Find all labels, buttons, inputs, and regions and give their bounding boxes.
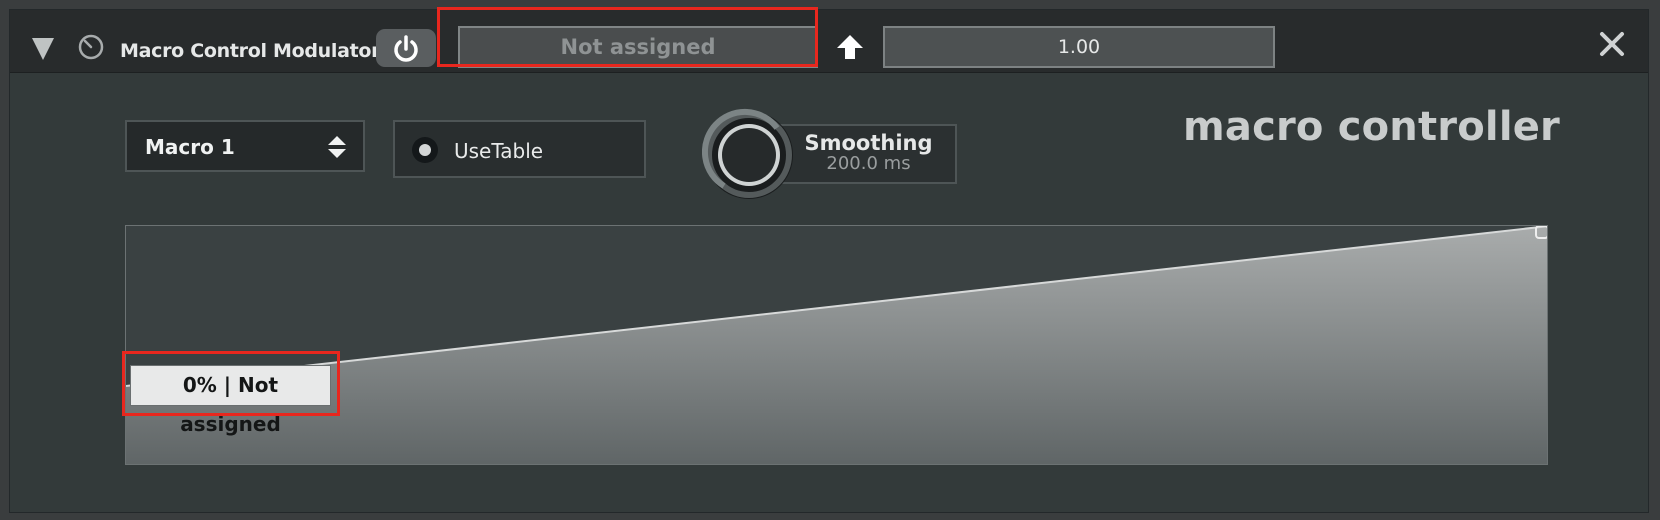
radio-icon bbox=[412, 137, 438, 163]
close-icon[interactable] bbox=[1598, 30, 1626, 58]
updown-arrow-icon bbox=[328, 136, 346, 158]
macro-select-dropdown[interactable]: Macro 1 bbox=[125, 120, 365, 172]
macro-select-label: Macro 1 bbox=[145, 135, 235, 159]
macro-controller-title: macro controller bbox=[1183, 104, 1560, 150]
module-title: Macro Control Modulator1 bbox=[120, 40, 394, 62]
module-header: Macro Control Modulator1 Not assigned 1.… bbox=[10, 10, 1648, 73]
power-button[interactable] bbox=[376, 29, 436, 67]
intensity-slider[interactable]: 1.00 bbox=[883, 26, 1275, 68]
smoothing-knob[interactable] bbox=[702, 108, 796, 202]
use-table-label: UseTable bbox=[454, 139, 544, 163]
highlight-box-tooltip bbox=[122, 351, 340, 416]
table-curve-graphic bbox=[126, 226, 1547, 464]
use-table-toggle[interactable]: UseTable bbox=[393, 120, 646, 178]
smoothing-value-box[interactable]: Smoothing 200.0 ms bbox=[780, 124, 957, 184]
dial-icon[interactable] bbox=[76, 32, 106, 62]
highlight-box-target bbox=[437, 7, 818, 67]
modulation-table[interactable] bbox=[125, 225, 1548, 465]
smoothing-label: Smoothing bbox=[804, 131, 933, 155]
power-icon bbox=[394, 35, 418, 62]
up-arrow-icon[interactable] bbox=[835, 32, 865, 62]
curve-fill bbox=[126, 226, 1547, 464]
collapse-triangle-icon[interactable] bbox=[32, 38, 54, 60]
smoothing-value: 200.0 ms bbox=[826, 153, 911, 174]
